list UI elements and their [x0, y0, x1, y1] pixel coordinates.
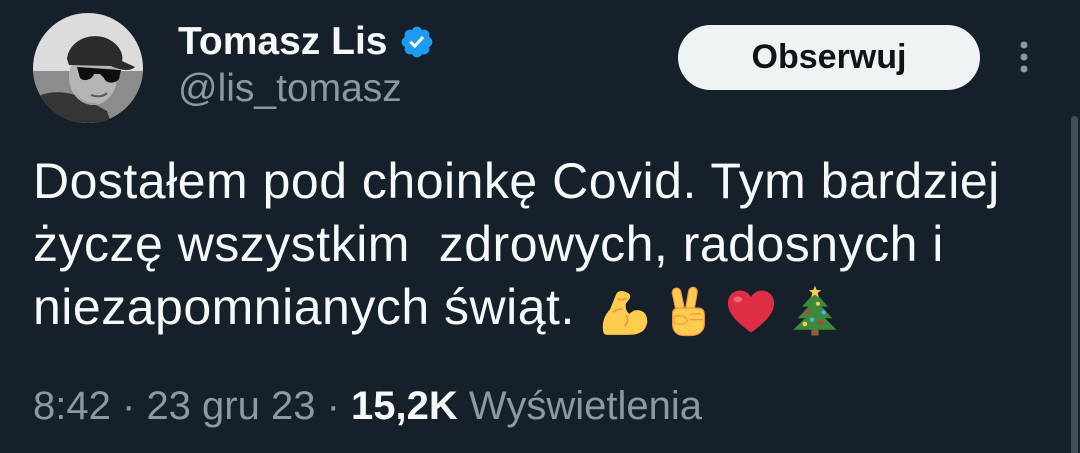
author-avatar[interactable]	[33, 13, 143, 123]
tweet-time[interactable]: 8:42	[33, 384, 111, 428]
tweet-text-line: niezapomnianych świąt.	[33, 276, 1000, 339]
follow-button-label: Obserwuj	[751, 38, 907, 76]
views-count[interactable]: 15,2K	[351, 384, 458, 428]
victory-hand-emoji-icon	[671, 286, 705, 336]
tweet-text: Dostałem pod choinkę Covid. Tym bardziej…	[33, 150, 1000, 339]
profile-photo-icon	[33, 13, 143, 123]
more-vertical-icon	[1020, 41, 1028, 73]
flexed-biceps-emoji-icon	[602, 290, 648, 335]
author-handle[interactable]: @lis_tomasz	[178, 66, 402, 112]
more-options-button[interactable]	[1016, 38, 1032, 78]
meta-separator: ·	[326, 384, 340, 428]
tweet-text-line: życzę wszystkim zdrowych, radosnych i	[33, 216, 944, 272]
meta-separator: ·	[121, 384, 136, 428]
christmas-tree-emoji-icon	[793, 285, 837, 336]
author-name-row: Tomasz Lis	[178, 18, 435, 66]
tweet-meta: 8:42 · 23 gru 23 · 15,2K Wyświetlenia	[33, 381, 702, 431]
emoji-group	[597, 285, 841, 337]
author-name[interactable]: Tomasz Lis	[178, 18, 388, 66]
views-label[interactable]: Wyświetlenia	[469, 384, 702, 428]
tweet-text-line-content: niezapomnianych świąt.	[33, 279, 575, 335]
follow-button[interactable]: Obserwuj	[678, 25, 980, 90]
verified-badge-icon	[401, 26, 432, 58]
tweet-text-line: Dostałem pod choinkę Covid. Tym bardziej	[33, 153, 1000, 209]
red-heart-emoji-icon	[727, 289, 774, 333]
tweet-date[interactable]: 23 gru 23	[146, 384, 315, 428]
scrollbar[interactable]	[1071, 116, 1078, 453]
